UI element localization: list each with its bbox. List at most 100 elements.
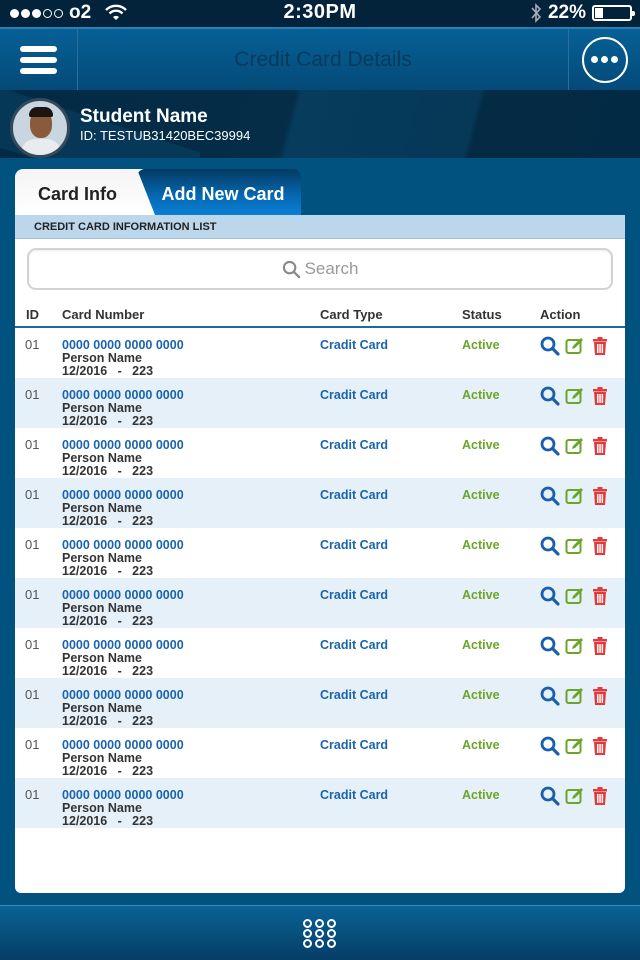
edit-icon[interactable] (565, 736, 585, 756)
card-number[interactable]: 0000 0000 0000 0000 (62, 338, 184, 352)
card-id: 01 (25, 687, 40, 702)
edit-icon[interactable] (565, 436, 585, 456)
student-name: Student Name (80, 106, 208, 127)
bluetooth-icon (531, 3, 542, 23)
card-number[interactable]: 0000 0000 0000 0000 (62, 488, 184, 502)
status-badge: Active (462, 538, 500, 552)
delete-icon[interactable] (590, 636, 610, 656)
table-row[interactable]: 01 0000 0000 0000 0000 Person Name 12/2016 … (15, 728, 625, 778)
battery-level (595, 8, 603, 18)
card-number[interactable]: 0000 0000 0000 0000 (62, 638, 184, 652)
delete-icon[interactable] (590, 536, 610, 556)
battery-percent: 22% (547, 2, 586, 23)
card-number[interactable]: 0000 0000 0000 0000 (62, 738, 184, 752)
view-icon[interactable] (540, 486, 560, 506)
col-id: ID (26, 307, 39, 322)
card-id: 01 (25, 337, 40, 352)
table-row[interactable]: 01 0000 0000 0000 0000 Person Name 12/2016 … (15, 378, 625, 428)
search-placeholder: Search (304, 259, 359, 278)
delete-icon[interactable] (590, 436, 610, 456)
edit-icon[interactable] (565, 586, 585, 606)
view-icon[interactable] (540, 336, 560, 356)
status-badge: Active (462, 338, 500, 352)
card-type: Cradit Card (320, 688, 389, 702)
table-row[interactable]: 01 0000 0000 0000 0000 Person Name 12/2016 … (15, 678, 625, 728)
card-number[interactable]: 0000 0000 0000 0000 (62, 788, 184, 802)
card-id: 01 (25, 637, 40, 652)
tab-add-new-card[interactable]: Add New Card (137, 169, 301, 215)
nav-bar: Credit Card Details (0, 27, 640, 90)
view-icon[interactable] (540, 736, 560, 756)
col-card-number: Card Number (62, 307, 145, 322)
profile-header: Student Name ID: TESTUB31420BEC39994 (0, 90, 640, 158)
card-id: 01 (25, 487, 40, 502)
search-icon (282, 260, 300, 278)
view-icon[interactable] (540, 436, 560, 456)
row-actions (540, 436, 610, 456)
student-id: ID: TESTUB31420BEC39994 (80, 128, 251, 143)
card-type: Cradit Card (320, 438, 389, 452)
view-icon[interactable] (540, 636, 560, 656)
person-name: Person Name (62, 351, 142, 365)
delete-icon[interactable] (590, 486, 610, 506)
table-row[interactable]: 01 0000 0000 0000 0000 Person Name 12/2016 … (15, 428, 625, 478)
card-number[interactable]: 0000 0000 0000 0000 (62, 438, 184, 452)
person-name: Person Name (62, 501, 142, 515)
col-card-type: Card Type (320, 307, 383, 322)
view-icon[interactable] (540, 386, 560, 406)
row-actions (540, 336, 610, 356)
table-row[interactable]: 01 0000 0000 0000 0000 Person Name 12/2016 … (15, 578, 625, 628)
col-status: Status (462, 307, 502, 322)
delete-icon[interactable] (590, 586, 610, 606)
card-number[interactable]: 0000 0000 0000 0000 (62, 588, 184, 602)
more-options-button[interactable] (568, 29, 640, 90)
table-row[interactable]: 01 0000 0000 0000 0000 Person Name 12/2016 … (15, 778, 625, 828)
card-number[interactable]: 0000 0000 0000 0000 (62, 538, 184, 552)
delete-icon[interactable] (590, 386, 610, 406)
battery-icon (592, 5, 635, 21)
view-icon[interactable] (540, 786, 560, 806)
person-name: Person Name (62, 551, 142, 565)
hamburger-icon (20, 45, 57, 52)
status-badge: Active (462, 688, 500, 702)
menu-button[interactable] (0, 29, 78, 90)
table-row[interactable]: 01 0000 0000 0000 0000 Person Name 12/2016 … (15, 528, 625, 578)
expiry-cvv: 12/2016 - 223 (62, 414, 154, 428)
edit-icon[interactable] (565, 386, 585, 406)
card-id: 01 (25, 787, 40, 802)
status-badge: Active (462, 388, 500, 402)
expiry-cvv: 12/2016 - 223 (62, 814, 154, 828)
delete-icon[interactable] (590, 736, 610, 756)
edit-icon[interactable] (565, 686, 585, 706)
view-icon[interactable] (540, 536, 560, 556)
person-name: Person Name (62, 801, 142, 815)
edit-icon[interactable] (565, 636, 585, 656)
edit-icon[interactable] (565, 786, 585, 806)
card-table-body: 01 0000 0000 0000 0000 Person Name 12/2016 … (15, 328, 625, 828)
edit-icon[interactable] (565, 336, 585, 356)
card-type: Cradit Card (320, 388, 389, 402)
delete-icon[interactable] (590, 786, 610, 806)
row-actions (540, 786, 610, 806)
table-row[interactable]: 01 0000 0000 0000 0000 Person Name 12/2016 … (15, 628, 625, 678)
tab-card-info[interactable]: Card Info (15, 169, 155, 215)
table-row[interactable]: 01 0000 0000 0000 0000 Person Name 12/2016 … (15, 328, 625, 378)
person-name: Person Name (62, 651, 142, 665)
app-grid-icon[interactable] (303, 918, 337, 948)
edit-icon[interactable] (565, 486, 585, 506)
delete-icon[interactable] (590, 336, 610, 356)
expiry-cvv: 12/2016 - 223 (62, 514, 154, 528)
delete-icon[interactable] (590, 686, 610, 706)
status-badge: Active (462, 638, 500, 652)
edit-icon[interactable] (565, 536, 585, 556)
status-badge: Active (462, 438, 500, 452)
view-icon[interactable] (540, 586, 560, 606)
view-icon[interactable] (540, 686, 560, 706)
card-number[interactable]: 0000 0000 0000 0000 (62, 388, 184, 402)
row-actions (540, 586, 610, 606)
table-row[interactable]: 01 0000 0000 0000 0000 Person Name 12/2016 … (15, 478, 625, 528)
person-name: Person Name (62, 601, 142, 615)
card-id: 01 (25, 537, 40, 552)
search-input[interactable]: Search (27, 248, 613, 290)
card-number[interactable]: 0000 0000 0000 0000 (62, 688, 184, 702)
